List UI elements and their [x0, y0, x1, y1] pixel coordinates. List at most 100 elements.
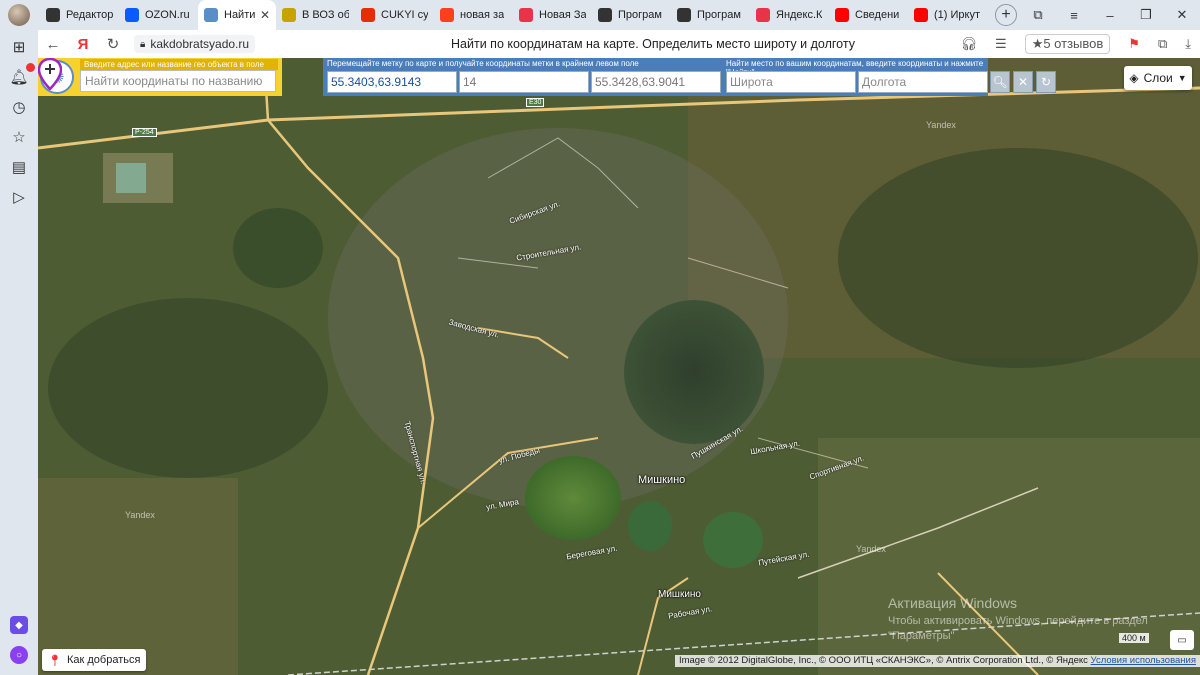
- youtube-icon: [835, 8, 849, 22]
- yandex-watermark: Yandex: [856, 544, 886, 554]
- tab-label: (1) Иркут: [934, 9, 980, 21]
- yandex-logo-icon[interactable]: Я: [68, 36, 98, 53]
- lake-main: [624, 300, 764, 444]
- terms-link[interactable]: Условия использования: [1091, 655, 1196, 666]
- reload-icon[interactable]: ↻: [98, 35, 128, 53]
- satellite-map[interactable]: ✺ Введите адрес или название гео объекта…: [38, 58, 1200, 675]
- back-arrow-icon[interactable]: ←: [38, 36, 68, 53]
- media-icon: [519, 8, 533, 22]
- restore-icon[interactable]: ❐: [1128, 7, 1164, 23]
- town-label: Мишкино: [638, 474, 686, 486]
- tab-5[interactable]: новая за: [434, 0, 513, 30]
- tab-11[interactable]: (1) Иркут: [908, 0, 987, 30]
- chevron-down-icon: ▼: [1177, 73, 1187, 83]
- zoom-field[interactable]: 14: [459, 71, 589, 93]
- layers-icon: ◈: [1129, 71, 1139, 85]
- road-shield-e30: E30: [526, 98, 545, 107]
- tab-label: новая за: [460, 9, 505, 21]
- url-field[interactable]: 🔒︎ kakdobratsyado.ru: [134, 35, 256, 53]
- tab-label: CUKYI су: [381, 9, 428, 21]
- tab-label: Редактор: [66, 9, 113, 21]
- screen-icon: [598, 8, 612, 22]
- lock-icon: 🔒︎: [140, 38, 146, 50]
- close-window-icon[interactable]: ✕: [1164, 7, 1200, 23]
- yandex-market-icon: [756, 8, 770, 22]
- tab-label: Новая За: [539, 9, 586, 21]
- menu-icon[interactable]: ≡: [1056, 8, 1092, 23]
- tab-bar: Редактор OZON.ru Найти ✕ В ВОЗ об CUKYI су нов…: [0, 0, 1200, 30]
- yandex-watermark: Yandex: [125, 510, 155, 520]
- tab-label: Програм: [697, 9, 741, 21]
- video-play-icon[interactable]: ▷: [10, 188, 28, 206]
- tab-9[interactable]: Яндекс.К: [750, 0, 829, 30]
- plus-square-icon: [46, 8, 60, 22]
- windows-activation-settings: "Параметры": [888, 630, 955, 642]
- window-controls: ⧉ ≡ – ❐ ✕: [1020, 0, 1200, 30]
- refresh-icon[interactable]: ↻: [1036, 71, 1056, 93]
- bookmarks-panel-icon[interactable]: ⧉: [1020, 7, 1056, 23]
- location-marker-icon[interactable]: [38, 58, 62, 90]
- apps-grid-icon[interactable]: ⊞: [10, 38, 28, 56]
- quarry: [103, 153, 173, 203]
- road-shield-r254: Р-254: [132, 128, 157, 137]
- bookmark-icon[interactable]: ⚑: [1128, 36, 1140, 52]
- name-search-input[interactable]: Найти координаты по названию: [80, 70, 276, 92]
- tab-label: Сведени: [855, 9, 900, 21]
- route-label: Как добраться: [66, 654, 141, 666]
- tab-label: Найти: [224, 9, 256, 21]
- tab-10[interactable]: Сведени: [829, 0, 908, 30]
- history-clock-icon[interactable]: ◷: [10, 98, 28, 116]
- notifications-bell-icon[interactable]: 🔔︎: [9, 68, 28, 86]
- latitude-input[interactable]: Широта: [726, 71, 856, 93]
- collections-icon[interactable]: ▤: [10, 158, 28, 176]
- url-domain: kakdobratsyado.ru: [150, 37, 250, 51]
- reviews-badge[interactable]: ★5 отзывов: [1024, 34, 1111, 54]
- tab-6[interactable]: Новая За: [513, 0, 592, 30]
- route-button[interactable]: 📍︎ Как добраться: [42, 649, 147, 671]
- layers-button[interactable]: ◈ Слои ▼: [1124, 66, 1192, 90]
- extensions-icon[interactable]: ⧉: [1158, 36, 1167, 52]
- yandex-y-icon: [440, 8, 454, 22]
- bookmarks-star-icon[interactable]: ☆: [10, 128, 28, 146]
- messenger-icon[interactable]: ◆: [10, 616, 28, 634]
- clear-icon[interactable]: ✕: [1013, 71, 1033, 93]
- round-pond-west: [233, 208, 323, 288]
- tab-8[interactable]: Програм: [671, 0, 750, 30]
- tab-1[interactable]: OZON.ru: [119, 0, 198, 30]
- search-icon[interactable]: 🔍︎: [990, 71, 1010, 93]
- download-icon[interactable]: ⤓: [1185, 36, 1191, 52]
- tab-0[interactable]: Редактор: [40, 0, 119, 30]
- headphones-icon[interactable]: 🎧︎: [961, 36, 978, 52]
- ruler-icon[interactable]: ▭: [1170, 630, 1194, 650]
- address-bar: ← Я ↻ 🔒︎ kakdobratsyado.ru Найти по коор…: [38, 30, 1200, 58]
- profile-avatar[interactable]: [8, 4, 30, 26]
- tab-7[interactable]: Програм: [592, 0, 671, 30]
- map-attribution: Image © 2012 DigitalGlobe, Inc., © ООО И…: [674, 655, 1200, 667]
- tab-label: В ВОЗ об: [302, 9, 349, 21]
- kakdobratsyado-icon: [204, 8, 218, 22]
- ozon-icon: [125, 8, 139, 22]
- page-title: Найти по координатам на карте. Определит…: [451, 37, 855, 51]
- field-southwest: [38, 478, 238, 675]
- forest-west: [48, 298, 328, 478]
- reader-mode-icon[interactable]: ☰: [995, 36, 1007, 52]
- alice-assistant-icon[interactable]: ○: [10, 646, 28, 664]
- map-scale: 400 м: [1103, 633, 1149, 643]
- youtube-icon: [914, 8, 928, 22]
- tab-3[interactable]: В ВОЗ об: [276, 0, 355, 30]
- windows-activation-title: Активация Windows: [888, 595, 1018, 611]
- new-tab-button[interactable]: +: [995, 4, 1017, 26]
- minimize-icon[interactable]: –: [1092, 8, 1128, 23]
- tab-4[interactable]: CUKYI су: [355, 0, 434, 30]
- marker-coordinates-field[interactable]: 55.3403,63.9143: [327, 71, 457, 93]
- longitude-input[interactable]: Долгота: [858, 71, 988, 93]
- close-tab-icon[interactable]: ✕: [260, 8, 270, 22]
- browser-sidebar: ⊞ 🔔︎ ◷ ☆ ▤ ▷ ◆ ○: [0, 30, 38, 675]
- aliexpress-icon: [361, 8, 375, 22]
- map-imagery: [38, 58, 1200, 675]
- tab-2[interactable]: Найти ✕: [198, 0, 276, 30]
- center-coordinates-field[interactable]: 55.3428,63.9041: [591, 71, 721, 93]
- stripes-icon: [282, 8, 296, 22]
- windows-activation-text: Чтобы активировать Windows, перейдите в …: [888, 615, 1148, 627]
- yandex-watermark: Yandex: [926, 120, 956, 130]
